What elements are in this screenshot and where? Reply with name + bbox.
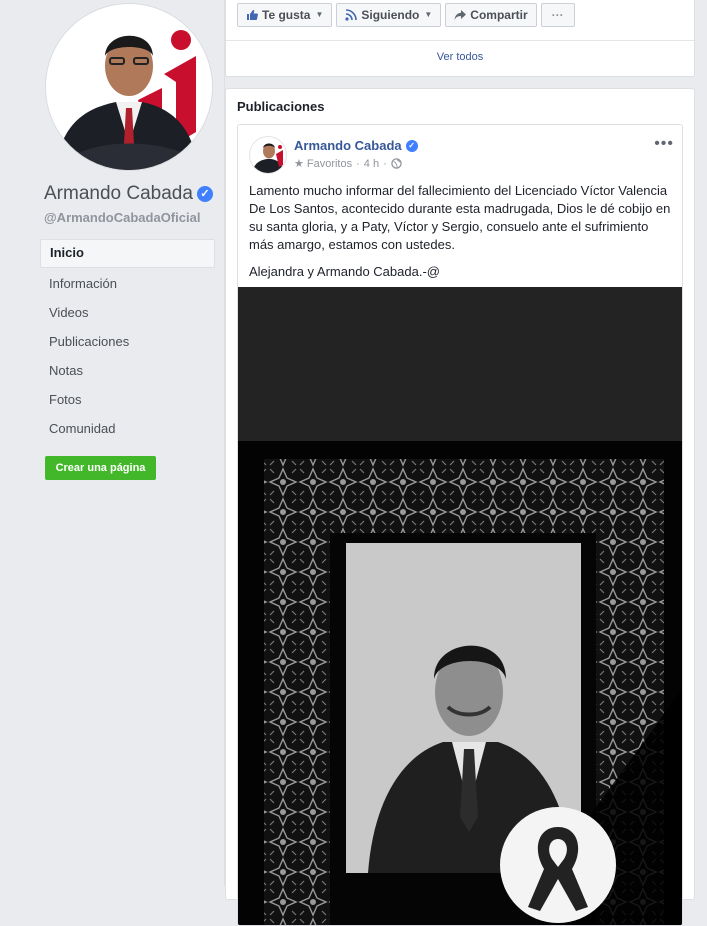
share-arrow-icon (454, 10, 467, 20)
page-nav: Inicio Información Videos Publicaciones … (40, 239, 215, 444)
post-paragraph: Alejandra y Armando Cabada.-@ (249, 264, 440, 279)
nav-item-videos[interactable]: Videos (40, 299, 215, 326)
following-button[interactable]: Siguiendo ▼ (336, 3, 442, 27)
posts-section: Publicaciones Armando Cabada ✓ ★ Favorit… (225, 88, 695, 926)
action-bar: Te gusta ▼ Siguiendo ▼ Compartir ··· (237, 3, 579, 27)
post-paragraph: Lamento mucho informar del fallecimiento… (249, 183, 671, 252)
share-label: Compartir (470, 8, 528, 22)
page-name-row: Armando Cabada ✓ (44, 183, 213, 205)
page-actions-card: Te gusta ▼ Siguiendo ▼ Compartir ··· Ver… (225, 0, 695, 77)
verified-badge-icon: ✓ (196, 186, 213, 202)
right-edge (700, 0, 707, 886)
post-author-avatar[interactable] (250, 137, 286, 173)
post-author-name[interactable]: Armando Cabada (294, 138, 402, 153)
nav-item-comunidad[interactable]: Comunidad (40, 415, 215, 442)
verified-badge-icon: ✓ (405, 139, 418, 152)
nav-item-notas[interactable]: Notas (40, 357, 215, 384)
post-author-row: Armando Cabada ✓ (294, 138, 418, 153)
like-label: Te gusta (262, 8, 311, 22)
share-button[interactable]: Compartir (445, 3, 537, 27)
see-all-link[interactable]: Ver todos (226, 51, 694, 63)
left-sidebar: Armando Cabada ✓ @ArmandoCabadaOficial I… (0, 0, 224, 886)
card-divider (226, 40, 694, 41)
caret-down-icon: ▼ (315, 10, 324, 19)
profile-avatar[interactable] (46, 4, 212, 170)
post-meta: ★ Favoritos · 4 h · (294, 157, 402, 170)
more-actions-button[interactable]: ··· (540, 3, 575, 27)
create-page-button[interactable]: Crear una página (45, 456, 156, 480)
nav-item-inicio[interactable]: Inicio (40, 239, 215, 268)
nav-item-informacion[interactable]: Información (40, 270, 215, 297)
nav-item-fotos[interactable]: Fotos (40, 386, 215, 413)
post-card: Armando Cabada ✓ ★ Favoritos · 4 h · •••… (237, 124, 683, 926)
page-name[interactable]: Armando Cabada (44, 183, 193, 205)
rss-icon (345, 9, 358, 21)
page-handle[interactable]: @ArmandoCabadaOficial (44, 210, 200, 225)
post-audience[interactable]: Favoritos (307, 158, 352, 170)
post-options-button[interactable]: ••• (654, 135, 674, 153)
globe-icon[interactable] (391, 158, 402, 169)
like-button[interactable]: Te gusta ▼ (237, 3, 333, 27)
post-time[interactable]: 4 h (364, 158, 379, 170)
post-text: Lamento mucho informar del fallecimiento… (249, 182, 673, 290)
thumbs-up-icon (247, 10, 258, 20)
posts-section-title: Publicaciones (237, 99, 325, 114)
star-icon: ★ (294, 158, 304, 170)
post-photo[interactable] (238, 287, 682, 925)
nav-item-publicaciones[interactable]: Publicaciones (40, 328, 215, 355)
caret-down-icon: ▼ (424, 10, 433, 19)
following-label: Siguiendo (361, 8, 420, 22)
